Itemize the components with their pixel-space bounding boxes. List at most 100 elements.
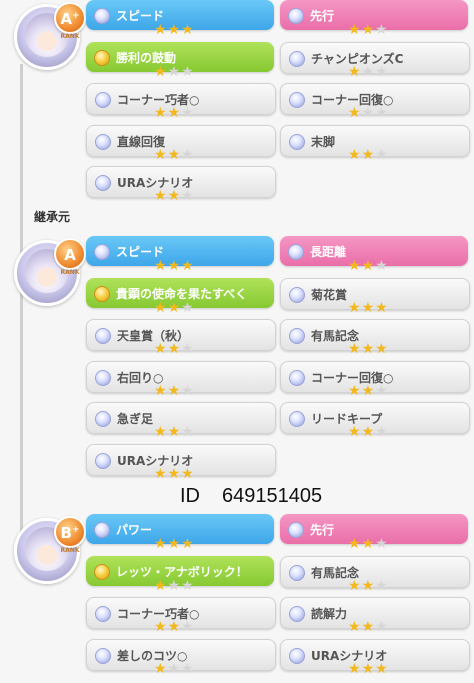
star-filled-icon: ★ [348, 341, 362, 357]
star-filled-icon: ★ [167, 341, 182, 357]
star-rating: ★★★ [154, 148, 195, 162]
star-empty-icon: ★ [375, 105, 389, 121]
factor-orb-icon [289, 134, 305, 150]
star-filled-icon: ★ [154, 466, 168, 482]
avatar-face [37, 267, 57, 287]
star-filled-icon: ★ [154, 536, 168, 552]
star-filled-icon: ★ [167, 22, 182, 38]
factor-orb-icon [95, 328, 111, 344]
star-empty-icon: ★ [375, 536, 389, 552]
star-filled-icon: ★ [348, 661, 362, 677]
star-filled-icon: ★ [375, 341, 389, 357]
star-empty-icon: ★ [181, 661, 195, 677]
factor-orb-icon [95, 370, 111, 386]
factor-orb-icon [289, 565, 305, 581]
star-rating: ★★★ [348, 384, 389, 398]
star-filled-icon: ★ [361, 341, 376, 357]
factor-orb-icon [94, 522, 110, 538]
star-rating: ★★★ [348, 579, 389, 593]
star-empty-icon: ★ [375, 64, 389, 80]
factor-label: 菊花賞 [311, 288, 348, 302]
star-filled-icon: ★ [167, 188, 182, 204]
factor-orb-icon [289, 411, 305, 427]
factor-label: 先行 [310, 9, 335, 23]
star-filled-icon: ★ [361, 383, 376, 399]
factor-orb-icon [289, 51, 305, 67]
star-empty-icon: ★ [361, 64, 376, 80]
factor-orb-icon [288, 522, 304, 538]
star-filled-icon: ★ [375, 661, 389, 677]
factor-orb-icon [95, 411, 111, 427]
star-empty-icon: ★ [375, 424, 389, 440]
inheritance-source-label: 継承元 [34, 210, 71, 224]
factor-orb-icon [95, 648, 111, 664]
star-filled-icon: ★ [154, 383, 168, 399]
star-filled-icon: ★ [348, 536, 362, 552]
star-filled-icon: ★ [154, 661, 168, 677]
star-empty-icon: ★ [181, 188, 195, 204]
star-filled-icon: ★ [361, 22, 376, 38]
star-rating: ★★★ [154, 65, 195, 79]
star-empty-icon: ★ [181, 619, 195, 635]
star-filled-icon: ★ [167, 536, 182, 552]
star-filled-icon: ★ [361, 258, 376, 274]
star-filled-icon: ★ [361, 619, 376, 635]
factor-label: 末脚 [311, 135, 336, 149]
star-filled-icon: ★ [348, 258, 362, 274]
star-empty-icon: ★ [375, 578, 389, 594]
star-empty-icon: ★ [375, 383, 389, 399]
star-filled-icon: ★ [154, 341, 168, 357]
star-rating: ★★★ [154, 662, 195, 676]
star-rating: ★★★ [154, 301, 195, 315]
star-empty-icon: ★ [181, 64, 195, 80]
rank-badge: B+ RANK [54, 516, 86, 554]
star-filled-icon: ★ [154, 64, 168, 80]
star-filled-icon: ★ [167, 383, 182, 399]
avatar-face [37, 31, 57, 51]
avatar-face [37, 545, 57, 565]
star-rating: ★★★ [154, 342, 195, 356]
star-filled-icon: ★ [348, 619, 362, 635]
star-empty-icon: ★ [375, 22, 389, 38]
star-empty-icon: ★ [167, 64, 182, 80]
star-filled-icon: ★ [348, 578, 362, 594]
star-rating: ★★★ [154, 259, 195, 273]
factor-label: 長距離 [310, 245, 347, 259]
star-empty-icon: ★ [181, 424, 195, 440]
star-filled-icon: ★ [154, 147, 168, 163]
star-rating: ★★★ [348, 65, 389, 79]
star-filled-icon: ★ [348, 147, 362, 163]
star-rating: ★★★ [154, 467, 195, 481]
star-filled-icon: ★ [361, 536, 376, 552]
star-filled-icon: ★ [181, 536, 195, 552]
star-rating: ★★★ [348, 23, 389, 37]
unique-skill-icon [94, 564, 110, 580]
star-rating: ★★★ [154, 425, 195, 439]
star-empty-icon: ★ [375, 619, 389, 635]
star-filled-icon: ★ [154, 619, 168, 635]
trainer-id: ID 649151405 [180, 485, 322, 508]
star-filled-icon: ★ [181, 258, 195, 274]
id-prefix: ID [180, 485, 200, 507]
factor-orb-icon [288, 244, 304, 260]
id-value: 649151405 [222, 485, 323, 507]
star-filled-icon: ★ [167, 147, 182, 163]
star-empty-icon: ★ [167, 661, 182, 677]
star-empty-icon: ★ [181, 300, 195, 316]
star-rating: ★★★ [348, 620, 389, 634]
factor-orb-icon [289, 370, 305, 386]
unique-skill-icon [94, 286, 110, 302]
factor-orb-icon [95, 92, 111, 108]
star-filled-icon: ★ [348, 105, 362, 121]
rank-badge: A+ RANK [54, 2, 86, 40]
factor-orb-icon [95, 453, 111, 469]
star-empty-icon: ★ [181, 578, 195, 594]
factor-orb-icon [289, 287, 305, 303]
star-filled-icon: ★ [167, 466, 182, 482]
factor-orb-icon [289, 92, 305, 108]
factor-orb-icon [289, 648, 305, 664]
star-filled-icon: ★ [348, 383, 362, 399]
star-filled-icon: ★ [348, 424, 362, 440]
star-filled-icon: ★ [167, 258, 182, 274]
star-rating: ★★★ [348, 537, 389, 551]
